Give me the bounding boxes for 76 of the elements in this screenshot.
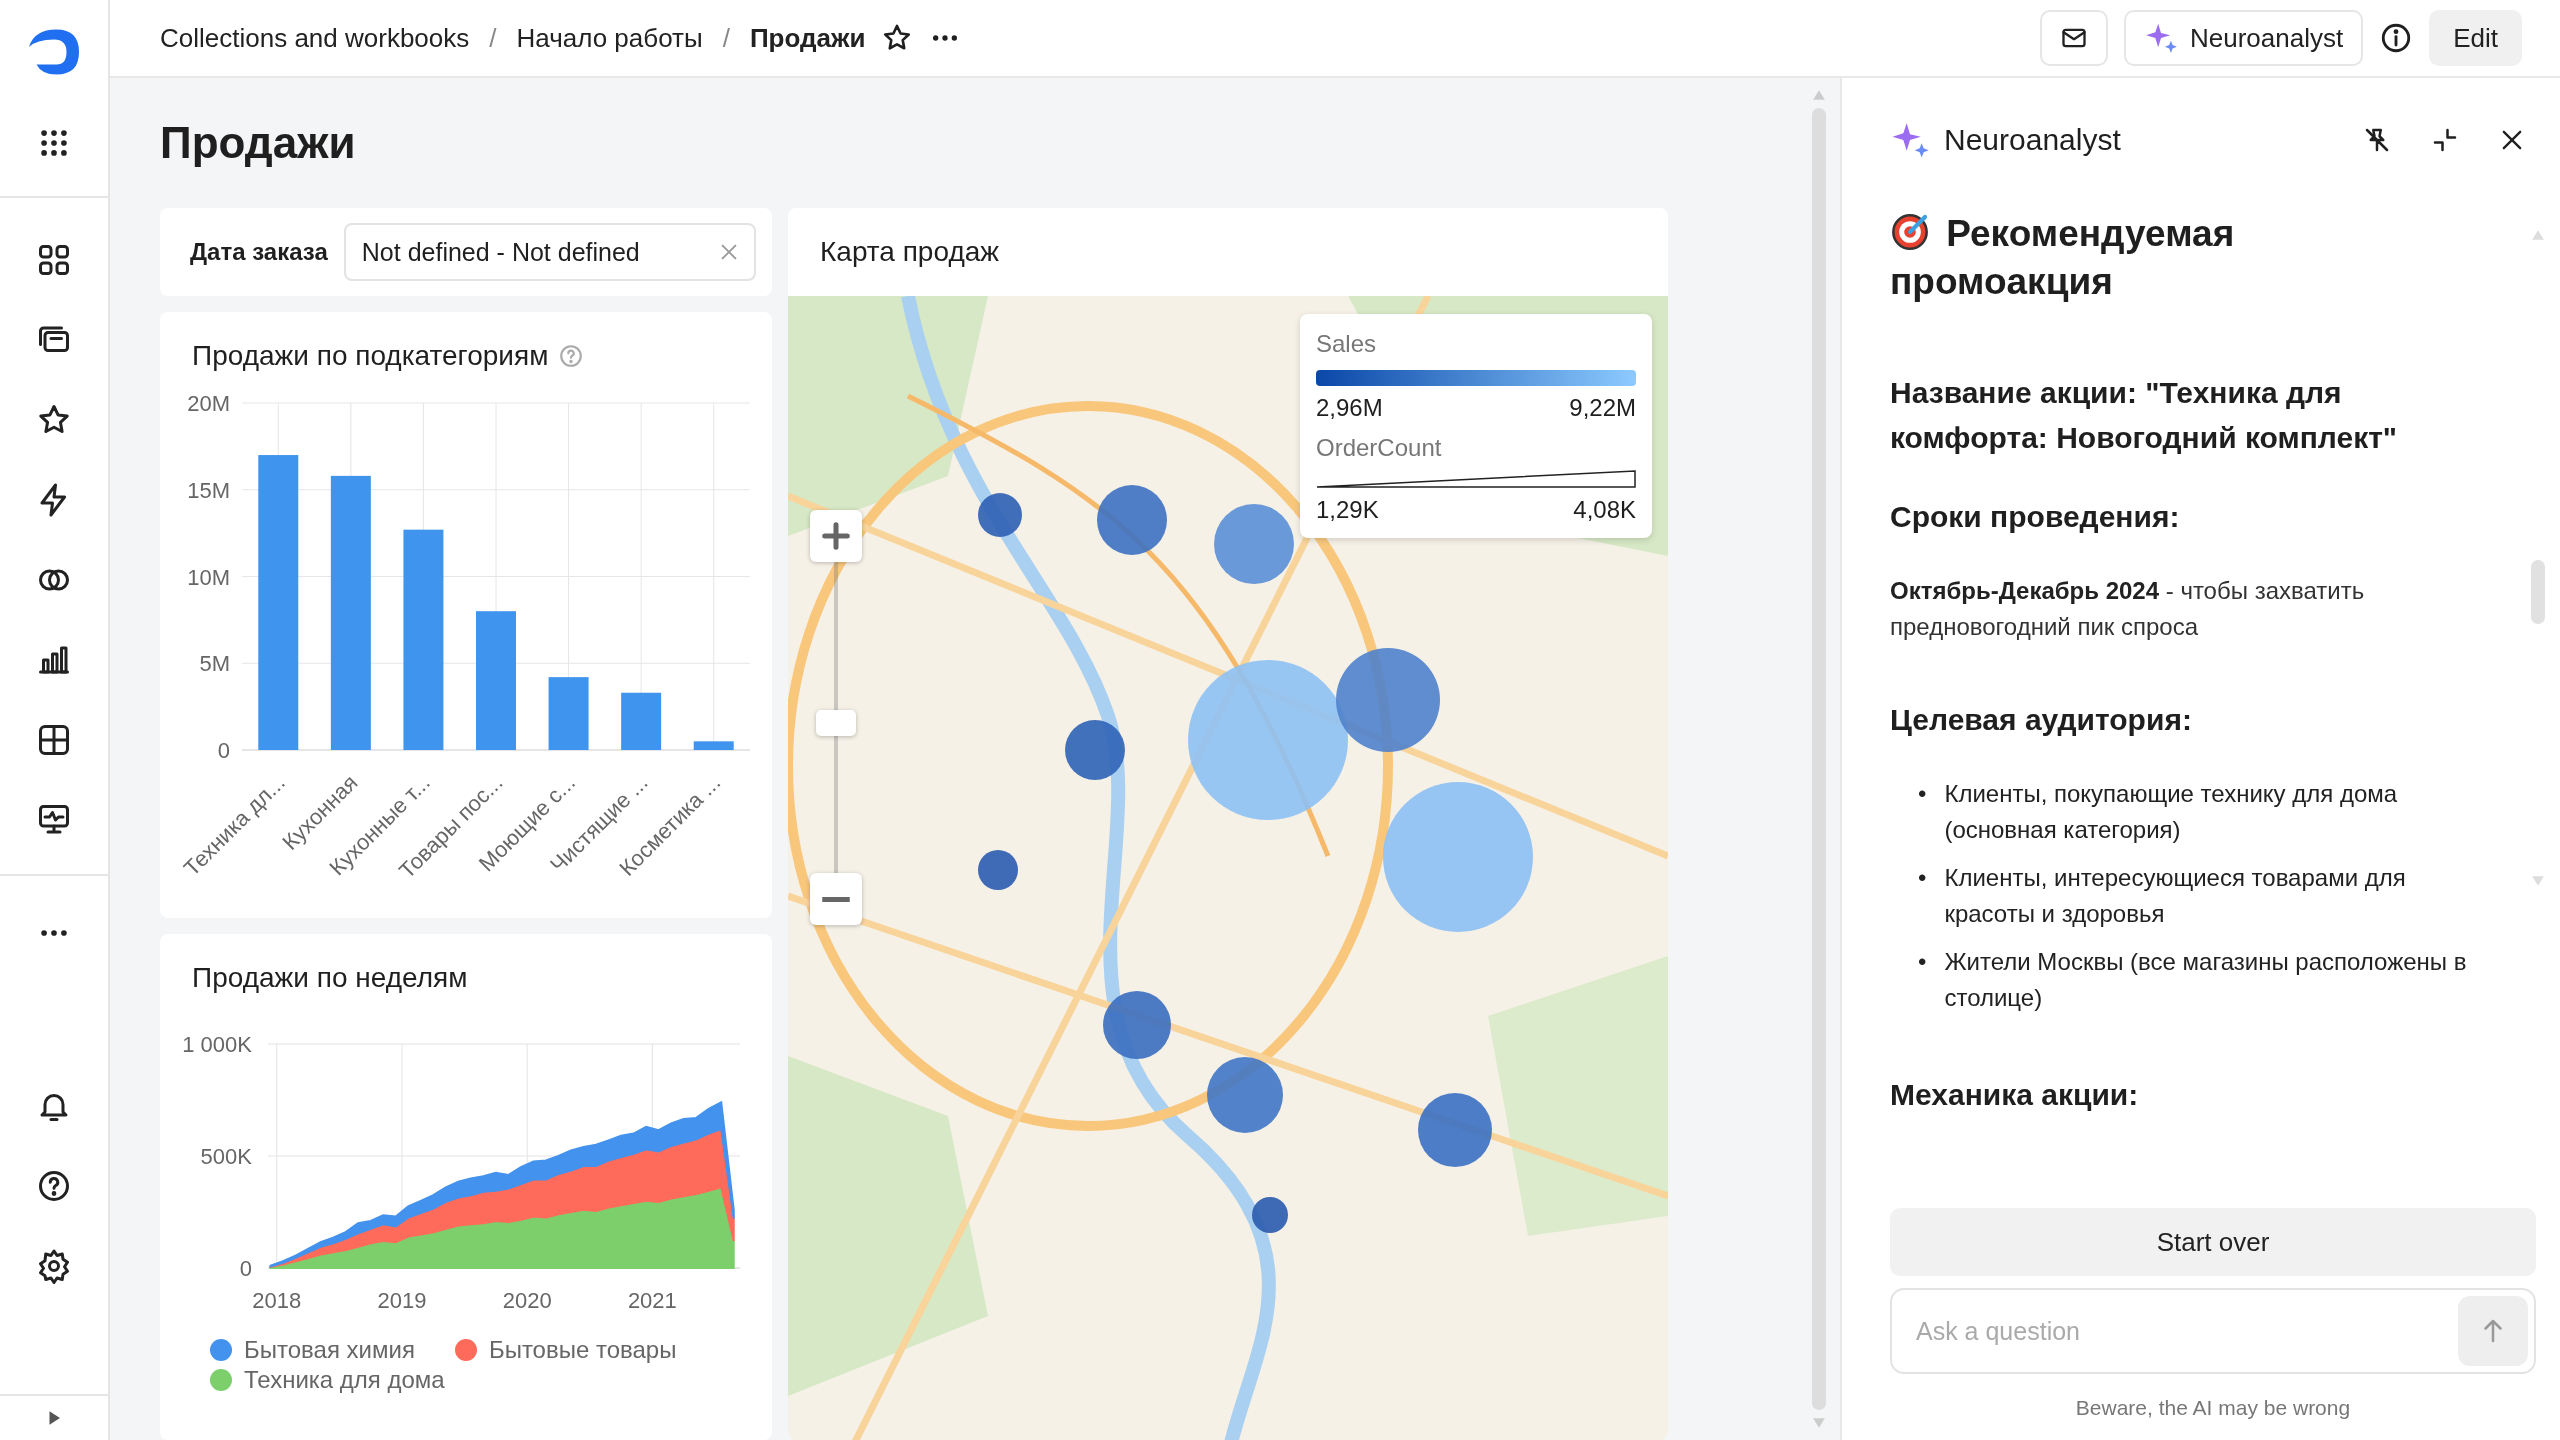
list-bullet: • bbox=[1918, 779, 1927, 810]
widget-title: Карта продаж bbox=[820, 236, 1000, 268]
dashboard-icon[interactable] bbox=[36, 242, 72, 278]
map-marker[interactable] bbox=[1103, 991, 1171, 1059]
axis-label: 10M bbox=[187, 564, 230, 590]
legend-value: 2,96M bbox=[1316, 394, 1383, 422]
zoom-out-button[interactable] bbox=[810, 873, 862, 925]
message-title: Рекомендуемая промоакция bbox=[1890, 211, 2236, 305]
start-over-button[interactable]: Start over bbox=[1890, 1208, 2536, 1276]
map-marker[interactable] bbox=[1097, 485, 1167, 555]
message-heading: Сроки проведения: bbox=[1890, 499, 2181, 536]
legend-label: Бытовые товары bbox=[488, 1336, 677, 1364]
axis-label: 2021 bbox=[627, 1288, 677, 1313]
axis-label: 0 bbox=[239, 1256, 252, 1281]
legend-title: Sales bbox=[1316, 330, 1378, 358]
widget-title: Продажи по подкатегориям bbox=[192, 340, 549, 372]
breadcrumb-current: Продажи bbox=[749, 22, 866, 54]
list-bullet: • bbox=[1918, 947, 1927, 978]
map-marker[interactable] bbox=[1252, 1197, 1288, 1233]
plus-icon bbox=[821, 521, 851, 551]
map-marker[interactable] bbox=[1188, 660, 1348, 820]
axis-label: 500K bbox=[200, 1144, 252, 1169]
disclaimer-text: Beware, the AI may be wrong bbox=[2074, 1396, 2352, 1420]
list-item: Жители Москвы (все магазины расположены в столице) bbox=[1944, 947, 2468, 1014]
panel-title: Neuroanalyst bbox=[1944, 123, 2122, 157]
axis-label: 1 000K bbox=[182, 1032, 252, 1057]
legend-value: 9,22M bbox=[1569, 394, 1636, 422]
breadcrumb-link[interactable]: Начало работы bbox=[516, 22, 703, 54]
bar bbox=[693, 741, 734, 750]
axis-label: 15M bbox=[187, 477, 230, 503]
breadcrumb-separator: / bbox=[722, 22, 730, 54]
edit-button[interactable]: Edit bbox=[2429, 10, 2522, 66]
axis-label: 20M bbox=[187, 391, 230, 416]
breadcrumb-separator: / bbox=[489, 22, 497, 54]
table-icon[interactable] bbox=[36, 722, 72, 758]
axis-label: 2019 bbox=[377, 1288, 427, 1313]
map-marker[interactable] bbox=[1207, 1057, 1283, 1133]
list-item: Клиенты, интересующиеся товарами для красоты и здоровья bbox=[1944, 863, 2407, 930]
filter-label: Дата заказа bbox=[190, 238, 328, 266]
axis-label: 0 bbox=[217, 738, 230, 763]
page-title: Продажи bbox=[160, 117, 357, 169]
target-icon bbox=[1890, 212, 1930, 252]
widget-title: Продажи по неделям bbox=[192, 962, 468, 994]
axis-label: 2018 bbox=[252, 1288, 302, 1313]
list-bullet: • bbox=[1918, 863, 1927, 894]
legend-value: 4,08K bbox=[1573, 496, 1636, 524]
legend-value: 1,29K bbox=[1316, 496, 1379, 524]
map-marker[interactable] bbox=[978, 493, 1022, 537]
minus-icon bbox=[821, 896, 851, 902]
zoom-in-button[interactable] bbox=[810, 510, 862, 562]
message-heading: Механика акции: bbox=[1890, 1077, 2140, 1114]
map-marker[interactable] bbox=[978, 850, 1018, 890]
list-item: Клиенты, покупающие технику для дома (основная категория) bbox=[1944, 779, 2399, 846]
axis-label: 5M bbox=[199, 651, 230, 677]
message-heading: Название акции: "Техника для комфорта: Новогодний комплект" bbox=[1890, 375, 2399, 457]
date-range-field[interactable]: Not defined - Not defined bbox=[343, 223, 756, 281]
neuroanalyst-button[interactable]: Neuroanalyst bbox=[2124, 10, 2364, 66]
axis-label: 2020 bbox=[502, 1288, 552, 1313]
bar bbox=[621, 692, 662, 750]
map-marker[interactable] bbox=[1336, 648, 1440, 752]
question-field[interactable]: Ask a question bbox=[1890, 1288, 2536, 1374]
zoom-slider[interactable] bbox=[816, 562, 856, 873]
mail-button[interactable] bbox=[2040, 10, 2108, 66]
legend-label: Бытовая химия bbox=[244, 1336, 415, 1364]
message-text: Октябрь-Декабрь 2024 - чтобы захватить предновогодний пик спроса bbox=[1890, 576, 2366, 643]
settings-icon[interactable] bbox=[36, 1248, 72, 1284]
help-icon[interactable] bbox=[36, 1168, 72, 1204]
zoom-slider-handle[interactable] bbox=[816, 710, 856, 737]
map-marker[interactable] bbox=[1214, 504, 1294, 584]
message-heading: Целевая аудитория: bbox=[1890, 702, 2193, 739]
legend-title: OrderCount bbox=[1316, 434, 1443, 462]
map-marker[interactable] bbox=[1383, 782, 1533, 932]
breadcrumb-link[interactable]: Collections and workbooks bbox=[160, 22, 470, 54]
map-marker[interactable] bbox=[1418, 1093, 1492, 1167]
legend-label: Техника для дома bbox=[244, 1366, 445, 1394]
map-marker[interactable] bbox=[1065, 720, 1125, 780]
